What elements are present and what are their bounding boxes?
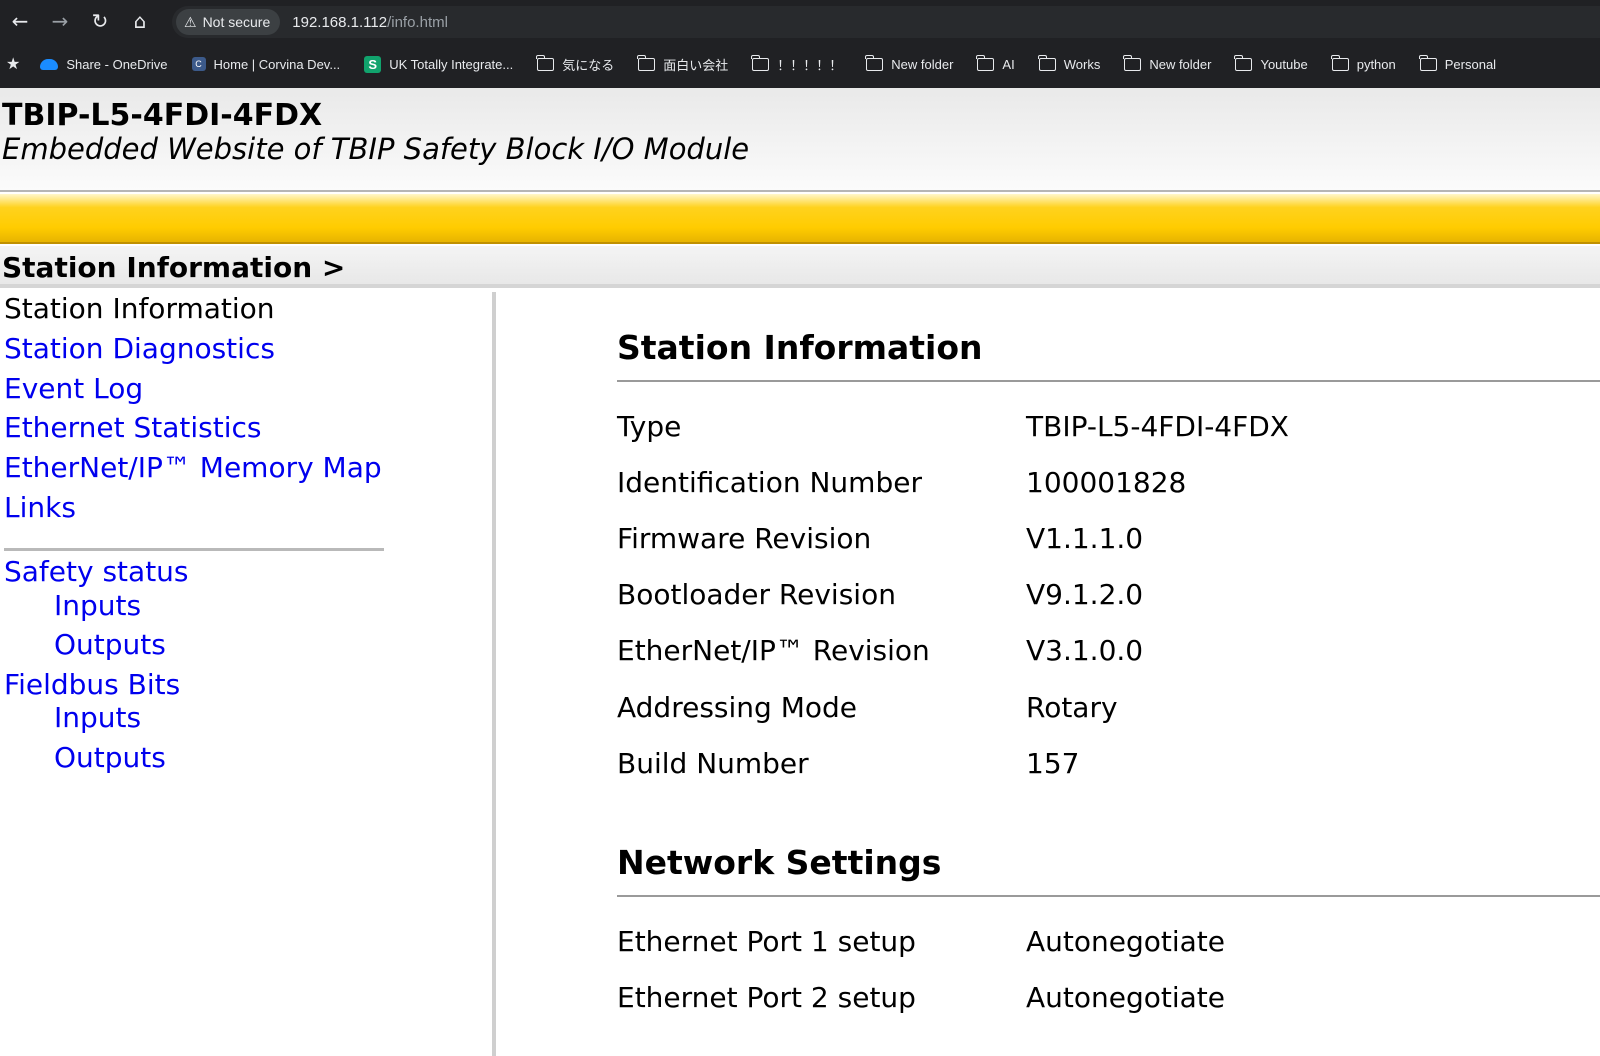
info-label-ethernet-port-2: Ethernet Port 2 setup <box>617 981 916 1014</box>
bookmark-label: python <box>1356 56 1396 72</box>
bookmark-label: Home | Corvina Dev... <box>213 56 341 72</box>
sidebar-item-event-log[interactable]: Event Log <box>4 372 143 405</box>
security-indicator[interactable]: ⚠ Not secure <box>176 9 281 35</box>
info-label-identification-number: Identification Number <box>617 466 922 499</box>
bookmark-folder[interactable]: New folder <box>1118 50 1217 78</box>
reload-icon[interactable]: ↻ <box>80 0 120 42</box>
info-label-type: Type <box>617 410 682 443</box>
folder-icon <box>637 54 656 71</box>
info-value-ethernet-port-2: Autonegotiate <box>1026 981 1226 1014</box>
station-information-heading: Station Information <box>617 328 983 367</box>
info-value-ethernet-port-1: Autonegotiate <box>1026 925 1226 958</box>
info-value-type: TBIP-L5-4FDI-4FDX <box>1026 410 1289 443</box>
folder-icon <box>536 54 555 71</box>
info-value-build-number: 157 <box>1026 747 1080 780</box>
bookmark-label: 気になる <box>562 57 615 73</box>
bookmark-label: AI <box>1002 56 1015 72</box>
sidebar-item-safety-outputs[interactable]: Outputs <box>54 628 166 661</box>
bookmark-label: UK Totally Integrate... <box>389 56 514 72</box>
site-subtitle: Embedded Website of TBIP Safety Block I/… <box>2 132 750 166</box>
star-icon[interactable]: ★ <box>6 54 20 74</box>
bookmark-folder[interactable]: python <box>1326 50 1402 78</box>
breadcrumb-bar: Station Information > <box>0 246 1600 288</box>
folder-icon <box>1123 54 1142 71</box>
bookmark-folder[interactable]: Youtube <box>1229 50 1313 78</box>
bookmark-label: Works <box>1063 56 1101 72</box>
main-content: Station Information Type TBIP-L5-4FDI-4F… <box>496 292 1600 1056</box>
breadcrumb: Station Information > <box>2 251 346 284</box>
info-value-identification-number: 100001828 <box>1026 466 1187 499</box>
folder-icon <box>1330 54 1349 71</box>
info-label-firmware-revision: Firmware Revision <box>617 522 872 555</box>
bookmark-folder[interactable]: New folder <box>860 50 959 78</box>
bookmarks-bar: ★ Share - OneDrive C Home | Corvina Dev..… <box>0 44 1600 84</box>
info-value-ethernetip-revision: V3.1.0.0 <box>1026 634 1144 667</box>
folder-icon <box>865 54 884 71</box>
home-icon[interactable]: ⌂ <box>120 0 160 42</box>
info-label-ethernet-port-1: Ethernet Port 1 setup <box>617 925 916 958</box>
bookmark-label: New folder <box>1149 56 1212 72</box>
bookmark-label: Share - OneDrive <box>66 56 168 72</box>
bookmark-folder[interactable]: Personal <box>1414 50 1502 78</box>
sidebar-nav: Station Information Station Diagnostics … <box>0 292 496 1056</box>
bookmark-onedrive[interactable]: Share - OneDrive <box>34 50 173 78</box>
security-label: Not secure <box>202 14 271 30</box>
folder-icon <box>1418 54 1437 71</box>
sidebar-item-fieldbus-outputs[interactable]: Outputs <box>54 741 166 774</box>
bookmark-label: Personal <box>1444 56 1497 72</box>
info-label-build-number: Build Number <box>617 747 809 780</box>
sidebar-item-fieldbus-inputs[interactable]: Inputs <box>54 701 141 734</box>
bookmark-folder[interactable]: AI <box>971 50 1020 78</box>
section-divider <box>617 380 1600 382</box>
section-divider <box>617 895 1600 897</box>
sidebar-item-station-diagnostics[interactable]: Station Diagnostics <box>4 332 275 365</box>
url-host: 192.168.1.112 <box>292 13 388 31</box>
sidebar-item-safety-status[interactable]: Safety status <box>4 555 189 588</box>
bookmark-corvina[interactable]: C Home | Corvina Dev... <box>186 50 347 78</box>
site-header: TBIP-L5-4FDI-4FDX Embedded Website of TB… <box>0 88 1600 192</box>
info-value-bootloader-revision: V9.1.2.0 <box>1026 578 1144 611</box>
info-label-bootloader-revision: Bootloader Revision <box>617 578 896 611</box>
bookmark-label: New folder <box>891 56 954 72</box>
onedrive-icon <box>40 58 59 70</box>
bookmark-folder[interactable]: 面白い会社 <box>632 50 734 78</box>
s-icon: S <box>364 55 382 73</box>
info-label-addressing-mode: Addressing Mode <box>617 691 857 724</box>
sidebar-divider <box>4 548 384 551</box>
sidebar-item-ethernet-statistics[interactable]: Ethernet Statistics <box>4 411 262 444</box>
forward-arrow-icon[interactable]: → <box>40 0 80 42</box>
yellow-banner <box>0 194 1600 244</box>
info-label-ethernetip-revision: EtherNet/IP™ Revision <box>617 634 930 667</box>
bookmark-label: Youtube <box>1260 56 1308 72</box>
browser-toolbar: ← → ↻ ⌂ ⚠ Not secure 192.168.1.112/info.… <box>0 0 1600 42</box>
bookmark-folder[interactable]: 気になる <box>531 50 620 78</box>
bookmark-folder[interactable]: ！！！！！ <box>746 50 848 78</box>
folder-icon <box>751 54 770 71</box>
bookmark-uk-totally-integrated[interactable]: S UK Totally Integrate... <box>358 50 519 78</box>
info-value-addressing-mode: Rotary <box>1026 691 1118 724</box>
sidebar-item-fieldbus-bits[interactable]: Fieldbus Bits <box>4 668 180 701</box>
bookmark-label: 面白い会社 <box>663 57 729 73</box>
site-title: TBIP-L5-4FDI-4FDX <box>2 98 323 133</box>
bookmark-label: ！！！！！ <box>777 57 843 73</box>
info-value-firmware-revision: V1.1.1.0 <box>1026 522 1144 555</box>
folder-icon <box>1037 54 1056 71</box>
back-arrow-icon[interactable]: ← <box>0 0 40 42</box>
corvina-icon: C <box>191 57 206 71</box>
bookmark-folder[interactable]: Works <box>1033 50 1107 78</box>
url-text[interactable]: 192.168.1.112/info.html <box>292 14 448 31</box>
sidebar-item-links[interactable]: Links <box>4 491 76 524</box>
url-path: /info.html <box>387 13 448 31</box>
folder-icon <box>976 54 995 71</box>
browser-chrome: ← → ↻ ⌂ ⚠ Not secure 192.168.1.112/info.… <box>0 0 1600 88</box>
sidebar-item-station-information: Station Information <box>4 292 275 325</box>
folder-icon <box>1234 54 1253 71</box>
sidebar-item-memory-map[interactable]: EtherNet/IP™ Memory Map <box>4 451 382 484</box>
warning-icon: ⚠ <box>184 13 197 30</box>
address-bar[interactable]: ⚠ Not secure 192.168.1.112/info.html <box>172 6 1600 38</box>
sidebar-item-safety-inputs[interactable]: Inputs <box>54 589 141 622</box>
network-settings-heading: Network Settings <box>617 843 942 882</box>
